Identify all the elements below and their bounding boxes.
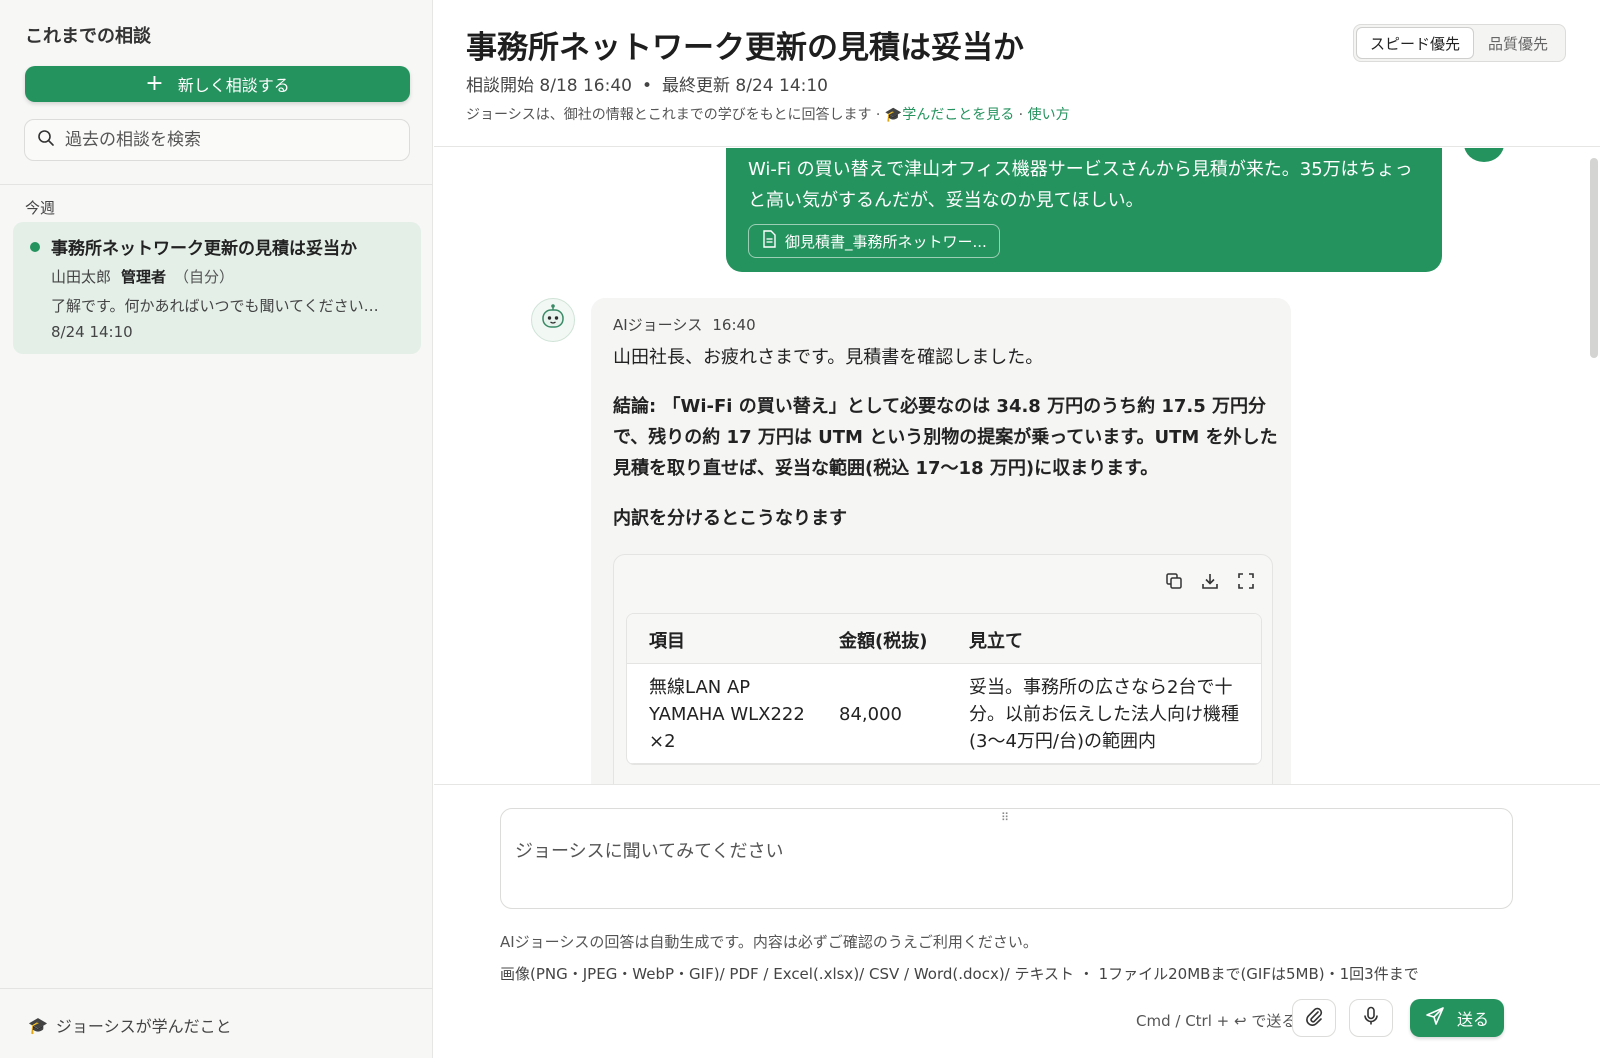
cell-amount: 84,000 [839,704,902,725]
table-header-row: 項目 金額(税抜) 見立て [627,614,1261,664]
disclaimer: AIジョーシスの回答は自動生成です。内容は必ずご確認のうえご利用ください。 [500,933,1038,951]
search-input[interactable] [65,130,385,150]
message-input[interactable] [515,837,1495,897]
conversation-item[interactable]: 事務所ネットワーク更新の見積は妥当か 山田太郎 管理者 （自分） 了解です。何かあれ… [13,222,421,354]
paperclip-icon [1304,1006,1324,1030]
header-amount: 金額(税抜) [839,631,928,652]
owner-role: 管理者 [121,268,167,286]
voice-button[interactable] [1349,999,1393,1037]
table-card: 項目 金額(税抜) 見立て 無線LAN AP YAMAHA WLX222 ×2 … [613,554,1273,784]
user-message-text: Wi-Fi の買い替えで津山オフィス機器サービスさんから見積が来た。35万はちょ… [748,159,1413,211]
plus-icon: + [145,71,164,96]
cell-item: 無線LAN AP YAMAHA WLX222 ×2 [649,677,805,752]
sidebar-divider [0,184,433,185]
document-icon [761,230,777,252]
search-box[interactable] [24,119,410,161]
copy-icon[interactable] [1164,571,1184,591]
attach-button[interactable] [1292,999,1336,1037]
robot-icon [538,303,568,337]
page-title: 事務所ネットワーク更新の見積は妥当か [466,30,1024,66]
header-assessment: 見立て [969,631,1023,652]
sidebar-title: これまでの相談 [25,26,151,47]
send-button[interactable]: 送る [1410,999,1504,1037]
download-icon[interactable] [1200,571,1220,591]
message-input-box[interactable]: ⠿ [500,808,1513,909]
expand-icon[interactable] [1236,571,1256,591]
owner-name: 山田太郎 [51,268,112,286]
graduation-cap-icon: 🎓 [28,1015,48,1035]
learned-link-label: ジョーシスが学んだこと [55,1017,232,1036]
header-item: 項目 [649,631,685,652]
conversation-header: 事務所ネットワーク更新の見積は妥当か 相談開始 8/18 16:40 • 最終更新 … [434,0,1600,147]
sidebar: これまでの相談 + 新しく相談する 今週 事務所ネットワーク更新の見積は妥当か … [0,0,433,1058]
meta-separator: • [641,76,653,96]
microphone-icon [1362,1006,1380,1030]
learned-things-link[interactable]: 学んだことを見る [902,107,1014,123]
conversation-preview: 了解です。何かあればいつでも聞いてください… [51,297,379,315]
mode-quality[interactable]: 品質優先 [1474,27,1562,59]
send-icon [1425,1006,1445,1030]
send-label: 送る [1456,1010,1489,1029]
ai-message-header: AIジョーシス 16:40 [613,314,756,335]
info-line: ジョーシスは、御社の情報とこれまでの学びをもとに回答します · 🎓学んだことを見… [466,104,1070,124]
ai-sender: AIジョーシス [613,316,703,334]
mode-speed[interactable]: スピード優先 [1356,27,1474,59]
conversation-owner: 山田太郎 管理者 （自分） [51,266,234,287]
table-toolbar [1164,571,1256,591]
group-label-this-week: 今週 [25,199,56,217]
attachment-name: 御見積書_事務所ネットワー... [785,232,987,251]
cell-assessment: 妥当。事務所の広さなら2台で十分。以前お伝えした法人向け機種(3〜4万円/台)の… [969,677,1239,752]
started-at: 相談開始 8/18 16:40 [466,76,632,96]
ai-message: AIジョーシス 16:40 山田社長、お疲れさまです。見積書を確認しました。 結論… [591,298,1291,784]
conversation-title: 事務所ネットワーク更新の見積は妥当か [51,239,357,259]
drag-handle-icon[interactable]: ⠿ [1001,811,1009,824]
conversation-meta: 相談開始 8/18 16:40 • 最終更新 8/24 14:10 [466,71,828,96]
chat-area[interactable]: Wi-Fi の買い替えで津山オフィス機器サービスさんから見積が来た。35万はちょ… [434,148,1600,784]
ai-avatar [531,298,575,342]
breakdown-table: 項目 金額(税抜) 見立て 無線LAN AP YAMAHA WLX222 ×2 … [626,613,1262,765]
attachment-chip[interactable]: 御見積書_事務所ネットワー... [748,224,1000,258]
learned-link[interactable]: 🎓 ジョーシスが学んだこと [28,1013,232,1037]
ai-breakdown-intro: 内訳を分けるとこうなります [613,508,847,529]
self-tag: （自分） [174,268,235,286]
ai-greeting: 山田社長、お疲れさまです。見積書を確認しました。 [613,347,1044,368]
new-consultation-label: 新しく相談する [177,76,290,95]
file-types-note: 画像(PNG・JPEG・WebP・GIF)/ PDF / Excel(.xlsx… [500,965,1419,983]
new-consultation-button[interactable]: + 新しく相談する [25,66,410,102]
search-icon [37,129,55,151]
updated-at: 最終更新 8/24 14:10 [662,76,828,96]
shortcut-hint: Cmd / Ctrl + ↩ で送る [1136,1012,1297,1030]
conversation-time: 8/24 14:10 [51,323,133,341]
sidebar-bottom-divider [0,988,433,989]
user-message: Wi-Fi の買い替えで津山オフィス機器サービスさんから見積が来た。35万はちょ… [726,148,1442,272]
info-text: ジョーシスは、御社の情報とこれまでの学びをもとに回答します · 🎓 [466,107,903,123]
chat-scrollbar[interactable] [1590,158,1598,358]
usage-link[interactable]: 使い方 [1028,107,1070,123]
ai-time: 16:40 [712,316,756,334]
active-dot [30,242,40,252]
composer: ⠿ AIジョーシスの回答は自動生成です。内容は必ずご確認のうえご利用ください。 … [434,784,1600,1058]
mode-toggle[interactable]: スピード優先 品質優先 [1353,24,1566,62]
user-avatar [1464,148,1504,162]
info-separator: · [1014,107,1028,123]
table-row: 無線LAN AP YAMAHA WLX222 ×2 84,000 妥当。事務所の… [627,664,1261,764]
ai-conclusion: 結論: 「Wi-Fi の買い替え」として必要なのは 34.8 万円のうち約 17… [613,396,1278,479]
